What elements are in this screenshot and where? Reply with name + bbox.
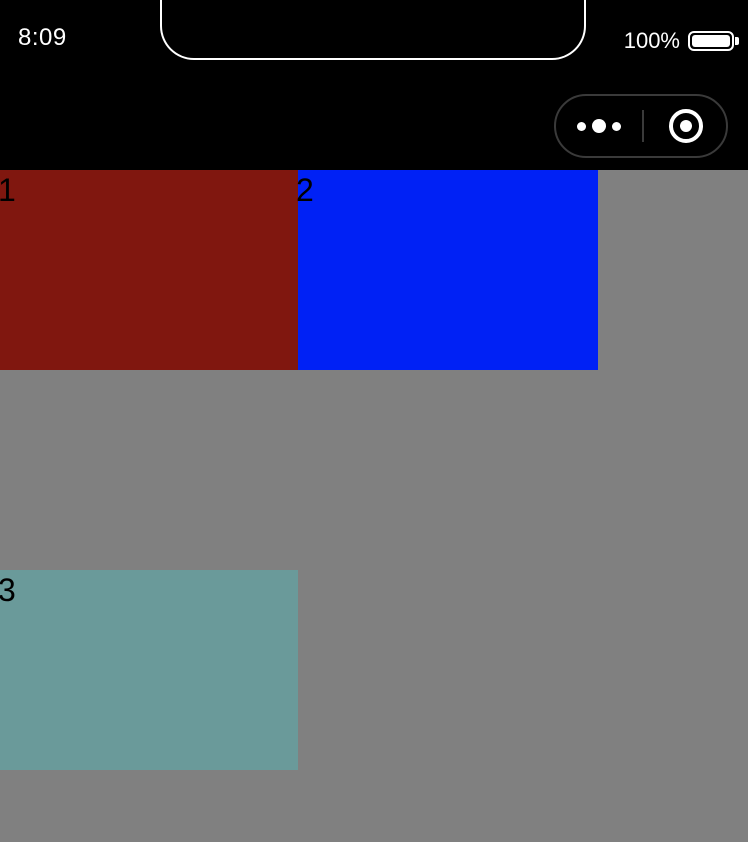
- battery-icon: [688, 31, 739, 51]
- target-circle-dot: [680, 120, 692, 132]
- more-dots-icon: [577, 121, 586, 131]
- battery-cap: [735, 37, 739, 45]
- content-area: 1 2 3: [0, 170, 748, 842]
- notch: [160, 0, 586, 60]
- box-label: 3: [0, 572, 16, 608]
- box-1: 1: [0, 170, 298, 370]
- more-dots-icon: [612, 121, 621, 131]
- status-bar: 8:09 100%: [0, 0, 748, 80]
- status-time: 8:09: [18, 24, 67, 51]
- close-button[interactable]: [644, 96, 728, 156]
- target-circle-icon: [669, 109, 703, 143]
- box-3: 3: [0, 570, 298, 770]
- box-label: 1: [0, 172, 16, 208]
- battery-indicator: 100%: [623, 28, 739, 54]
- box-label: 2: [296, 172, 314, 208]
- battery-fill: [692, 35, 730, 47]
- more-dots-icon: [592, 119, 606, 133]
- more-button[interactable]: [556, 96, 642, 156]
- battery-percent: 100%: [623, 28, 680, 53]
- box-2: 2: [296, 170, 598, 370]
- mini-program-capsule: [554, 94, 728, 158]
- phone-screen: 8:09 100% 1 2 3: [0, 0, 748, 842]
